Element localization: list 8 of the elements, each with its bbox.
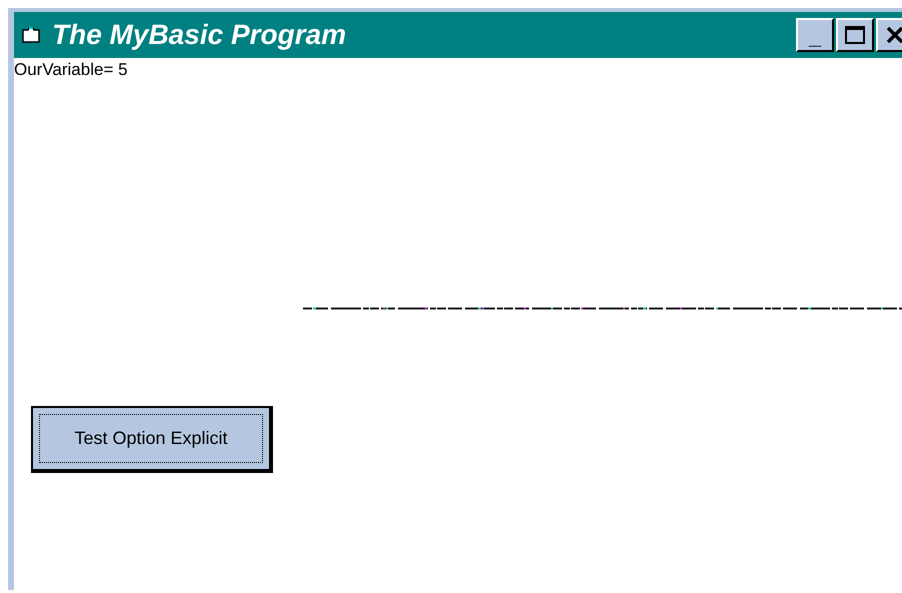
maximize-button[interactable]	[836, 18, 874, 52]
test-option-explicit-button[interactable]: Test Option Explicit	[31, 406, 273, 473]
window-icon	[22, 27, 40, 43]
output-text: OurVariable= 5	[14, 61, 128, 78]
minimize-button[interactable]: _	[796, 18, 834, 52]
window-title: The MyBasic Program	[52, 21, 346, 49]
close-icon	[886, 26, 902, 44]
maximize-icon	[845, 26, 865, 44]
